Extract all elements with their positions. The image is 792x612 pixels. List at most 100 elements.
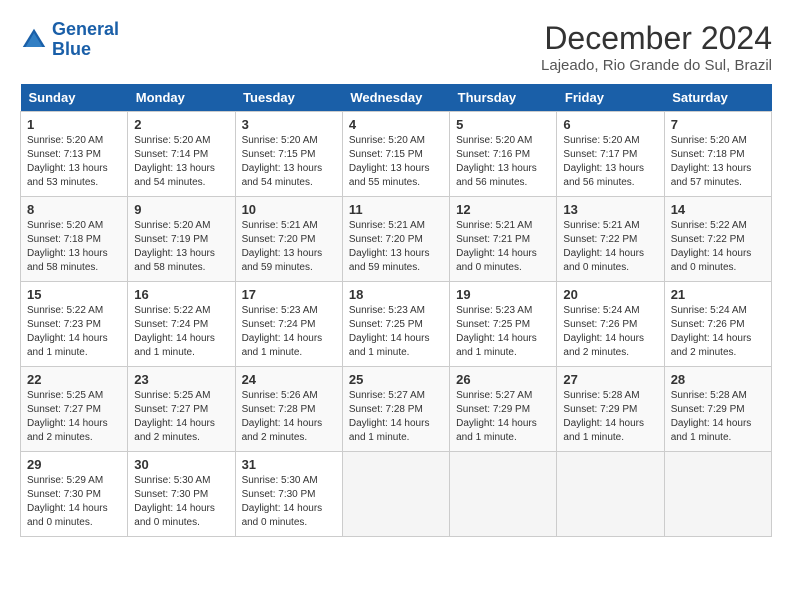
calendar-cell: 15 Sunrise: 5:22 AM Sunset: 7:23 PM Dayli… [21,282,128,367]
day-info: Sunrise: 5:27 AM Sunset: 7:28 PM Dayligh… [349,389,443,445]
day-info: Sunrise: 5:22 AM Sunset: 7:24 PM Dayligh… [134,304,228,360]
page-header: General Blue December 2024 Lajeado, Rio … [20,20,772,74]
calendar-cell: 3 Sunrise: 5:20 AM Sunset: 7:15 PM Daylig… [235,112,342,197]
day-info: Sunrise: 5:22 AM Sunset: 7:22 PM Dayligh… [671,219,765,275]
calendar-cell: 8 Sunrise: 5:20 AM Sunset: 7:18 PM Daylig… [21,197,128,282]
day-number: 2 [134,117,228,132]
calendar-cell: 23Sunrise: 5:25 AM Sunset: 7:27 PM Dayli… [128,367,235,452]
day-info: Sunrise: 5:28 AM Sunset: 7:29 PM Dayligh… [671,389,765,445]
week-row-1: 1 Sunrise: 5:20 AM Sunset: 7:13 PM Daylig… [21,112,772,197]
day-number: 5 [456,117,550,132]
day-info: Sunrise: 5:20 AM Sunset: 7:15 PM Dayligh… [242,134,336,190]
week-row-2: 8 Sunrise: 5:20 AM Sunset: 7:18 PM Daylig… [21,197,772,282]
calendar-cell: 22 Sunrise: 5:25 AM Sunset: 7:27 PM Dayli… [21,367,128,452]
calendar-cell: 4Sunrise: 5:20 AM Sunset: 7:15 PM Daylig… [342,112,449,197]
day-number: 18 [349,287,443,302]
day-number: 20 [563,287,657,302]
day-info: Sunrise: 5:25 AM Sunset: 7:27 PM Dayligh… [27,389,121,445]
calendar-table: SundayMondayTuesdayWednesdayThursdayFrid… [20,84,772,537]
calendar-cell: 10Sunrise: 5:21 AM Sunset: 7:20 PM Dayli… [235,197,342,282]
calendar-cell: 5 Sunrise: 5:20 AM Sunset: 7:16 PM Daylig… [450,112,557,197]
day-number: 15 [27,287,121,302]
week-row-4: 22 Sunrise: 5:25 AM Sunset: 7:27 PM Dayli… [21,367,772,452]
calendar-cell [664,452,771,537]
calendar-cell: 7 Sunrise: 5:20 AM Sunset: 7:18 PM Daylig… [664,112,771,197]
day-number: 11 [349,202,443,217]
day-info: Sunrise: 5:20 AM Sunset: 7:17 PM Dayligh… [563,134,657,190]
day-number: 26 [456,372,550,387]
weekday-header-thursday: Thursday [450,84,557,112]
calendar-cell: 18 Sunrise: 5:23 AM Sunset: 7:25 PM Dayli… [342,282,449,367]
day-info: Sunrise: 5:30 AM Sunset: 7:30 PM Dayligh… [242,474,336,530]
calendar-cell: 9 Sunrise: 5:20 AM Sunset: 7:19 PM Daylig… [128,197,235,282]
day-number: 1 [27,117,121,132]
calendar-cell: 21Sunrise: 5:24 AM Sunset: 7:26 PM Dayli… [664,282,771,367]
day-info: Sunrise: 5:20 AM Sunset: 7:13 PM Dayligh… [27,134,121,190]
day-info: Sunrise: 5:23 AM Sunset: 7:25 PM Dayligh… [349,304,443,360]
calendar-cell: 30Sunrise: 5:30 AM Sunset: 7:30 PM Dayli… [128,452,235,537]
day-info: Sunrise: 5:20 AM Sunset: 7:18 PM Dayligh… [27,219,121,275]
day-number: 3 [242,117,336,132]
calendar-cell: 20 Sunrise: 5:24 AM Sunset: 7:26 PM Dayli… [557,282,664,367]
week-row-5: 29Sunrise: 5:29 AM Sunset: 7:30 PM Dayli… [21,452,772,537]
day-number: 24 [242,372,336,387]
day-info: Sunrise: 5:21 AM Sunset: 7:21 PM Dayligh… [456,219,550,275]
calendar-cell: 19 Sunrise: 5:23 AM Sunset: 7:25 PM Dayli… [450,282,557,367]
weekday-header-wednesday: Wednesday [342,84,449,112]
weekday-header-friday: Friday [557,84,664,112]
day-info: Sunrise: 5:21 AM Sunset: 7:22 PM Dayligh… [563,219,657,275]
calendar-cell: 26 Sunrise: 5:27 AM Sunset: 7:29 PM Dayli… [450,367,557,452]
day-info: Sunrise: 5:20 AM Sunset: 7:19 PM Dayligh… [134,219,228,275]
day-info: Sunrise: 5:20 AM Sunset: 7:14 PM Dayligh… [134,134,228,190]
day-number: 28 [671,372,765,387]
title-block: December 2024 Lajeado, Rio Grande do Sul… [541,20,772,74]
day-info: Sunrise: 5:28 AM Sunset: 7:29 PM Dayligh… [563,389,657,445]
calendar-cell: 29Sunrise: 5:29 AM Sunset: 7:30 PM Dayli… [21,452,128,537]
day-number: 29 [27,457,121,472]
day-number: 22 [27,372,121,387]
day-number: 21 [671,287,765,302]
day-number: 9 [134,202,228,217]
day-info: Sunrise: 5:21 AM Sunset: 7:20 PM Dayligh… [349,219,443,275]
day-number: 6 [563,117,657,132]
logo-icon [20,26,48,54]
day-number: 16 [134,287,228,302]
day-number: 7 [671,117,765,132]
day-number: 27 [563,372,657,387]
day-info: Sunrise: 5:25 AM Sunset: 7:27 PM Dayligh… [134,389,228,445]
calendar-cell: 16 Sunrise: 5:22 AM Sunset: 7:24 PM Dayli… [128,282,235,367]
calendar-cell: 17 Sunrise: 5:23 AM Sunset: 7:24 PM Dayli… [235,282,342,367]
calendar-cell [450,452,557,537]
day-number: 8 [27,202,121,217]
day-number: 17 [242,287,336,302]
calendar-cell: 2 Sunrise: 5:20 AM Sunset: 7:14 PM Daylig… [128,112,235,197]
location: Lajeado, Rio Grande do Sul, Brazil [541,57,772,74]
logo: General Blue [20,20,119,60]
day-info: Sunrise: 5:23 AM Sunset: 7:24 PM Dayligh… [242,304,336,360]
day-number: 31 [242,457,336,472]
month-title: December 2024 [541,20,772,57]
calendar-cell: 6 Sunrise: 5:20 AM Sunset: 7:17 PM Daylig… [557,112,664,197]
day-info: Sunrise: 5:20 AM Sunset: 7:16 PM Dayligh… [456,134,550,190]
calendar-cell: 25Sunrise: 5:27 AM Sunset: 7:28 PM Dayli… [342,367,449,452]
day-number: 12 [456,202,550,217]
weekday-header-sunday: Sunday [21,84,128,112]
weekday-header-monday: Monday [128,84,235,112]
calendar-cell [557,452,664,537]
day-info: Sunrise: 5:22 AM Sunset: 7:23 PM Dayligh… [27,304,121,360]
day-info: Sunrise: 5:23 AM Sunset: 7:25 PM Dayligh… [456,304,550,360]
calendar-cell: 11 Sunrise: 5:21 AM Sunset: 7:20 PM Dayli… [342,197,449,282]
day-number: 30 [134,457,228,472]
day-number: 19 [456,287,550,302]
calendar-cell: 28 Sunrise: 5:28 AM Sunset: 7:29 PM Dayli… [664,367,771,452]
calendar-cell: 13Sunrise: 5:21 AM Sunset: 7:22 PM Dayli… [557,197,664,282]
calendar-cell: 27 Sunrise: 5:28 AM Sunset: 7:29 PM Dayli… [557,367,664,452]
weekday-header-row: SundayMondayTuesdayWednesdayThursdayFrid… [21,84,772,112]
day-info: Sunrise: 5:24 AM Sunset: 7:26 PM Dayligh… [563,304,657,360]
day-info: Sunrise: 5:20 AM Sunset: 7:18 PM Dayligh… [671,134,765,190]
day-info: Sunrise: 5:27 AM Sunset: 7:29 PM Dayligh… [456,389,550,445]
calendar-cell: 24Sunrise: 5:26 AM Sunset: 7:28 PM Dayli… [235,367,342,452]
calendar-cell: 31 Sunrise: 5:30 AM Sunset: 7:30 PM Dayli… [235,452,342,537]
logo-text: General Blue [52,20,119,60]
calendar-cell: 14Sunrise: 5:22 AM Sunset: 7:22 PM Dayli… [664,197,771,282]
